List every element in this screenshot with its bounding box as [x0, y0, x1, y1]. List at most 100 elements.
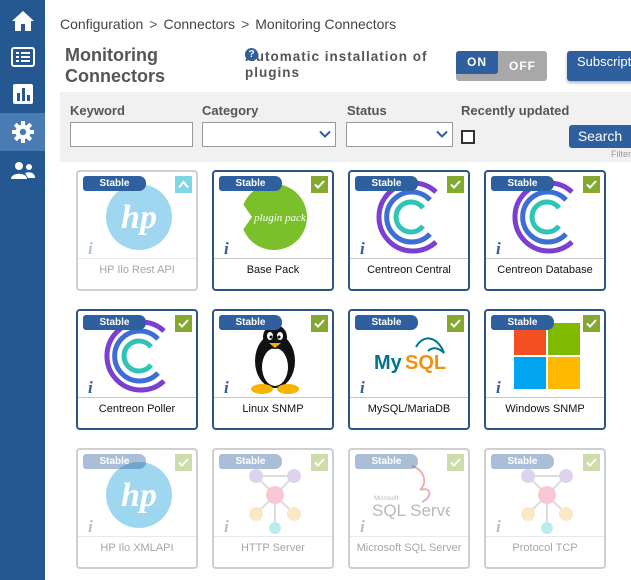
search-button[interactable]: Search: [569, 125, 631, 148]
installed-check-icon[interactable]: [311, 454, 328, 471]
chevron-down-icon: [319, 130, 331, 138]
info-icon[interactable]: i: [360, 378, 365, 398]
status-badge: Stable: [491, 176, 554, 191]
sidebar-item-monitoring[interactable]: [0, 38, 45, 76]
connector-name: Windows SNMP: [505, 403, 585, 415]
status-badge: Stable: [355, 176, 418, 191]
status-badge: Stable: [491, 454, 554, 469]
connector-card[interactable]: hp i HP Ilo Rest API Stable: [76, 170, 198, 291]
connector-card[interactable]: My SQL i MySQL/MariaDB Stable: [348, 309, 470, 430]
connector-name: Base Pack: [246, 264, 300, 276]
status-badge: Stable: [83, 176, 146, 191]
svg-text:SQL: SQL: [405, 352, 446, 374]
card-divider: [214, 536, 332, 537]
connector-card[interactable]: i Centreon Poller Stable: [76, 309, 198, 430]
auto-install-toggle[interactable]: ON OFF: [456, 51, 547, 81]
auto-install-label: Automatic installation of plugins: [245, 49, 428, 80]
card-divider: [78, 536, 196, 537]
page-title: Monitoring Connectors: [65, 45, 245, 87]
card-divider: [78, 258, 196, 259]
connector-name: Linux SNMP: [242, 403, 304, 415]
installed-check-icon[interactable]: [583, 454, 600, 471]
connector-card[interactable]: i Windows SNMP Stable: [484, 309, 606, 430]
breadcrumb-separator: >: [241, 16, 250, 32]
info-icon[interactable]: i: [224, 517, 229, 537]
svg-text:My: My: [374, 352, 403, 374]
sidebar-item-administration[interactable]: [0, 151, 45, 189]
recently-updated-label: Recently updated: [461, 103, 570, 118]
installed-check-icon[interactable]: [447, 315, 464, 332]
connector-name: MySQL/MariaDB: [367, 403, 451, 415]
status-badge: Stable: [83, 454, 146, 469]
status-badge: Stable: [355, 315, 418, 330]
subscription-button[interactable]: Subscription: [567, 51, 631, 81]
connector-card[interactable]: i Linux SNMP Stable: [212, 309, 334, 430]
status-select[interactable]: [346, 122, 453, 147]
keyword-label: Keyword: [70, 103, 125, 118]
update-available-icon[interactable]: [175, 176, 192, 193]
connector-card[interactable]: i HTTP Server Stable: [212, 448, 334, 569]
breadcrumb-item[interactable]: Configuration: [60, 16, 143, 32]
connector-name: HP Ilo XMLAPI: [100, 542, 174, 554]
info-icon[interactable]: i: [88, 517, 93, 537]
svg-text:plugin pack: plugin pack: [253, 212, 307, 224]
connector-card[interactable]: MicrosoftSQL Server i Microsoft SQL Serv…: [348, 448, 470, 569]
installed-check-icon[interactable]: [311, 176, 328, 193]
status-badge: Stable: [219, 176, 282, 191]
info-icon[interactable]: i: [88, 239, 93, 259]
info-icon[interactable]: i: [224, 239, 229, 259]
connector-card[interactable]: i Centreon Central Stable: [348, 170, 470, 291]
info-icon[interactable]: i: [360, 239, 365, 259]
card-divider: [214, 397, 332, 398]
gear-icon: [11, 121, 34, 143]
category-select[interactable]: [202, 122, 336, 147]
chevron-down-icon: [436, 130, 448, 138]
connector-name: Centreon Database: [497, 264, 593, 276]
connector-card[interactable]: hp i HP Ilo XMLAPI Stable: [76, 448, 198, 569]
toggle-on-label: ON: [456, 51, 498, 74]
category-label: Category: [202, 103, 259, 118]
card-divider: [78, 397, 196, 398]
svg-text:SQL Server: SQL Server: [372, 501, 450, 520]
connector-card[interactable]: i Centreon Database Stable: [484, 170, 606, 291]
status-badge: Stable: [355, 454, 418, 469]
installed-check-icon[interactable]: [447, 176, 464, 193]
installed-check-icon[interactable]: [447, 454, 464, 471]
connector-card[interactable]: i Protocol TCP Stable: [484, 448, 606, 569]
info-icon[interactable]: i: [224, 378, 229, 398]
connector-name: Centreon Poller: [98, 403, 176, 415]
list-icon: [10, 47, 35, 67]
breadcrumb-item[interactable]: Connectors: [163, 16, 235, 32]
info-icon[interactable]: i: [496, 517, 501, 537]
status-badge: Stable: [491, 315, 554, 330]
connector-card[interactable]: plugin pack i Base Pack Stable: [212, 170, 334, 291]
bar-chart-icon: [12, 84, 33, 104]
info-icon[interactable]: i: [88, 378, 93, 398]
info-icon[interactable]: i: [496, 239, 501, 259]
installed-check-icon[interactable]: [583, 315, 600, 332]
sidebar-item-configuration[interactable]: [0, 113, 45, 151]
filter-bar: Keyword Category Status Recently updated: [60, 92, 631, 162]
status-badge: Stable: [83, 315, 146, 330]
card-divider: [350, 258, 468, 259]
connector-name: Microsoft SQL Server: [356, 542, 462, 554]
connector-name: HP Ilo Rest API: [99, 264, 175, 276]
card-divider: [350, 536, 468, 537]
home-icon: [11, 11, 34, 31]
breadcrumb-item[interactable]: Monitoring Connectors: [255, 16, 396, 32]
help-icon[interactable]: ?: [245, 48, 258, 61]
keyword-input[interactable]: [70, 122, 193, 147]
installed-check-icon[interactable]: [583, 176, 600, 193]
recently-updated-checkbox[interactable]: [461, 130, 475, 144]
svg-text:hp: hp: [121, 199, 157, 236]
installed-check-icon[interactable]: [311, 315, 328, 332]
installed-check-icon[interactable]: [175, 315, 192, 332]
sidebar-item-reporting[interactable]: [0, 75, 45, 113]
card-divider: [486, 536, 604, 537]
connector-name: Protocol TCP: [512, 542, 578, 554]
installed-check-icon[interactable]: [175, 454, 192, 471]
sidebar-item-home[interactable]: [0, 2, 45, 40]
info-icon[interactable]: i: [360, 517, 365, 537]
info-icon[interactable]: i: [496, 378, 501, 398]
card-divider: [350, 397, 468, 398]
